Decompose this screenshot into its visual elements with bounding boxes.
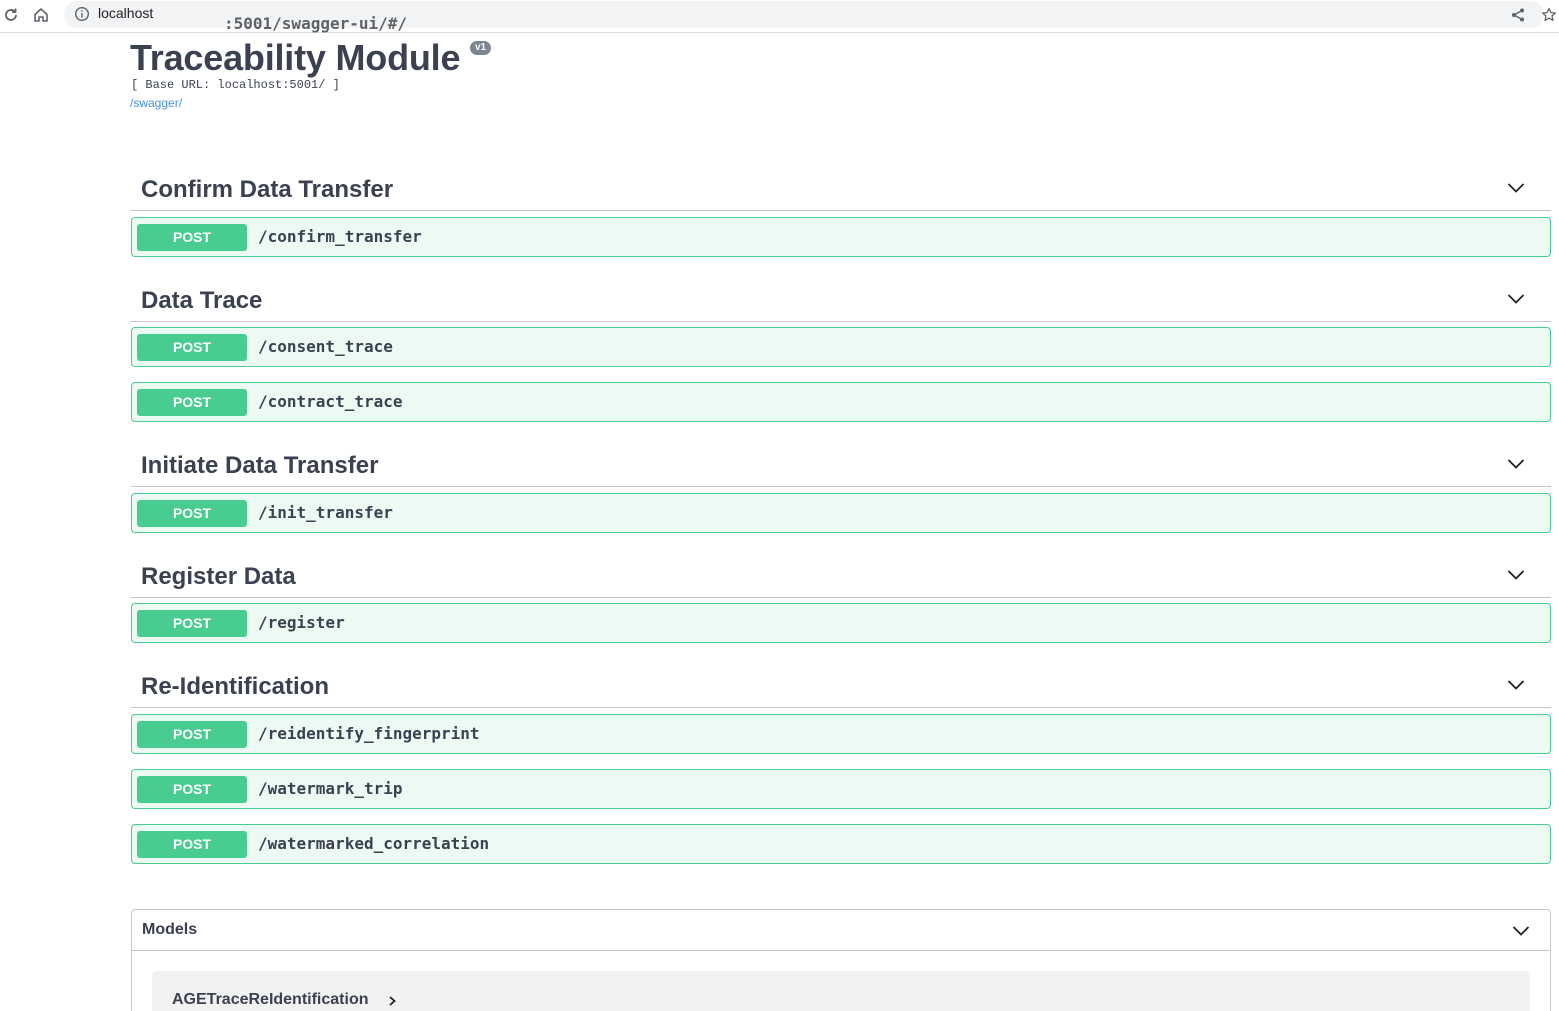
tag-initiate-data-transfer[interactable]: Initiate Data Transfer (131, 442, 1551, 487)
tag-title: Re-Identification (141, 673, 330, 700)
url-text: localhost:5001/swagger-ui/#/ (98, 5, 408, 33)
tag-title: Register Data (141, 563, 296, 590)
operation-path: /reidentify_fingerprint (258, 724, 480, 743)
tag-data-trace[interactable]: Data Trace (131, 277, 1551, 322)
operation-post-register[interactable]: POST /register (131, 603, 1551, 643)
operation-post-watermarked-correlation[interactable]: POST /watermarked_correlation (131, 824, 1551, 864)
chevron-down-icon[interactable] (1512, 925, 1530, 937)
version-badge: v1 (470, 41, 492, 55)
chevron-down-icon[interactable] (1507, 293, 1525, 305)
operation-post-confirm-transfer[interactable]: POST /confirm_transfer (131, 217, 1551, 257)
method-badge: POST (137, 500, 247, 527)
method-badge: POST (137, 334, 247, 361)
method-badge: POST (137, 721, 247, 748)
chevron-down-icon[interactable] (1507, 182, 1525, 194)
operation-post-contract-trace[interactable]: POST /contract_trace (131, 382, 1551, 422)
operation-path: /watermark_trip (258, 779, 403, 798)
operation-post-watermark-trip[interactable]: POST /watermark_trip (131, 769, 1551, 809)
tag-re-identification[interactable]: Re-Identification (131, 663, 1551, 708)
operation-post-consent-trace[interactable]: POST /consent_trace (131, 327, 1551, 367)
method-badge: POST (137, 776, 247, 803)
api-info: Traceability Module v1 [ Base URL: local… (130, 37, 492, 110)
method-badge: POST (137, 610, 247, 637)
home-icon[interactable] (30, 4, 52, 26)
operation-path: /register (258, 613, 345, 632)
reload-icon[interactable] (0, 4, 22, 26)
method-badge: POST (137, 389, 247, 416)
operation-post-reidentify-fingerprint[interactable]: POST /reidentify_fingerprint (131, 714, 1551, 754)
tag-confirm-data-transfer[interactable]: Confirm Data Transfer (131, 166, 1551, 211)
tag-register-data[interactable]: Register Data (131, 553, 1551, 598)
models-title: Models (142, 921, 198, 938)
method-badge: POST (137, 831, 247, 858)
operation-path: /contract_trace (258, 392, 403, 411)
page-title: Traceability Module (130, 37, 461, 78)
model-item[interactable]: AGETraceReIdentification (152, 971, 1530, 1011)
address-bar[interactable]: localhost:5001/swagger-ui/#/ (64, 1, 1544, 33)
bookmark-star-icon[interactable] (1538, 4, 1559, 26)
models-header[interactable]: Models (132, 910, 1550, 951)
chevron-down-icon[interactable] (1507, 569, 1525, 581)
tag-title: Data Trace (141, 287, 263, 314)
browser-toolbar: localhost:5001/swagger-ui/#/ (0, 0, 1559, 33)
tag-title: Initiate Data Transfer (141, 452, 379, 479)
models-section: Models AGETraceReIdentification (131, 909, 1551, 1011)
operation-path: /consent_trace (258, 337, 393, 356)
tag-title: Confirm Data Transfer (141, 176, 394, 203)
model-name: AGETraceReIdentification (172, 991, 369, 1008)
site-info-icon[interactable] (74, 6, 90, 22)
base-url: [ Base URL: localhost:5001/ ] (131, 78, 340, 92)
chevron-down-icon[interactable] (1507, 458, 1525, 470)
operation-path: /confirm_transfer (258, 227, 422, 246)
operation-post-init-transfer[interactable]: POST /init_transfer (131, 493, 1551, 533)
method-badge: POST (137, 224, 247, 251)
share-icon[interactable] (1507, 4, 1529, 26)
chevron-right-icon[interactable] (387, 995, 397, 1007)
operation-path: /watermarked_correlation (258, 834, 490, 853)
operation-path: /init_transfer (258, 503, 393, 522)
spec-url-link[interactable]: /swagger/ (130, 96, 182, 110)
chevron-down-icon[interactable] (1507, 679, 1525, 691)
